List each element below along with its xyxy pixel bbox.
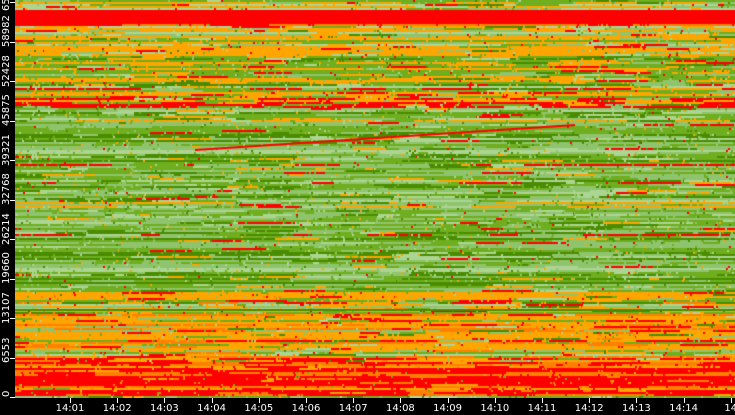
y-tick-label: 26214 bbox=[1, 212, 12, 245]
y-tick-label: 52428 bbox=[1, 54, 12, 87]
x-tick-label: 14:11 bbox=[527, 403, 557, 414]
x-tick-label: 14:03 bbox=[149, 403, 179, 414]
x-tick-label: 14:04 bbox=[197, 403, 227, 414]
x-tick-label: 14:07 bbox=[338, 403, 368, 414]
x-tick-label: 14:12 bbox=[574, 403, 604, 414]
x-tick-label: 14:09 bbox=[433, 403, 463, 414]
y-tick-label: 6553 bbox=[1, 337, 12, 363]
x-tick-label: 14:10 bbox=[480, 403, 510, 414]
x-tick-label: 14 bbox=[724, 403, 735, 414]
y-tick-label: 65536 bbox=[1, 0, 12, 11]
y-tick bbox=[10, 397, 15, 398]
y-tick-label: 39321 bbox=[1, 133, 12, 166]
x-tick-label: 14:08 bbox=[385, 403, 415, 414]
x-tick-label: 14:01 bbox=[55, 403, 85, 414]
heatmap-cells bbox=[15, 0, 735, 398]
x-tick-label: 14:14 bbox=[669, 403, 699, 414]
y-tick-label: 58982 bbox=[1, 15, 12, 47]
x-tick-label: 14:05 bbox=[244, 403, 274, 414]
y-tick-label: 0 bbox=[1, 390, 12, 397]
y-tick-label: 19660 bbox=[1, 252, 12, 284]
y-tick-label: 45875 bbox=[1, 94, 12, 126]
y-tick-label: 32768 bbox=[1, 173, 12, 205]
x-tick-label: 14:02 bbox=[102, 403, 132, 414]
y-tick-label: 13107 bbox=[1, 291, 12, 324]
x-tick-label: 14:06 bbox=[291, 403, 321, 414]
heatmap-chart: 14:01 14:02 14:03 14:04 14:05 14:06 14:07 14:08… bbox=[0, 0, 735, 415]
x-tick-label: 14:13 bbox=[621, 403, 651, 414]
